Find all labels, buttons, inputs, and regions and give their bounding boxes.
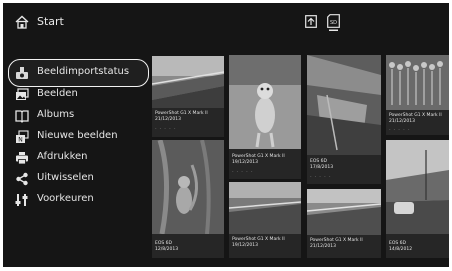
- thumbnail-image: [386, 140, 449, 234]
- preferences-icon: [15, 193, 29, 207]
- sidebar-item-label: Voorkeuren: [37, 193, 94, 204]
- thumbnail-image: [229, 55, 301, 149]
- sidebar-item-new-images[interactable]: N Nieuwe beelden: [9, 127, 149, 147]
- thumbnail-camera: PowerShot G1 X Mark II: [155, 111, 208, 116]
- thumbnail[interactable]: PowerShot G1 X Mark II 21/12/2013 - - - …: [152, 56, 224, 137]
- thumbnail-rating: - - - - -: [310, 174, 332, 179]
- camera-transfer-icon[interactable]: [305, 15, 317, 28]
- sidebar-item-label: Beeldimportstatus: [37, 66, 130, 77]
- thumbnail-date: 12/8/2013: [155, 247, 179, 252]
- albums-icon: [15, 109, 29, 123]
- thumbnail-image: [386, 55, 449, 110]
- sidebar-item-label: Beelden: [37, 88, 78, 99]
- sidebar-item-images[interactable]: Beelden: [9, 85, 149, 105]
- home-icon[interactable]: [15, 15, 29, 29]
- thumbnail-date: 17/8/2013: [310, 165, 334, 170]
- svg-text:N: N: [18, 137, 23, 144]
- share-icon: [15, 172, 29, 186]
- sidebar-item-label: Albums: [37, 109, 75, 120]
- thumbnail-camera: PowerShot G1 X Mark II: [232, 154, 285, 159]
- sd-card-icon[interactable]: SD: [327, 14, 340, 32]
- thumbnail-date: 21/12/2013: [310, 244, 336, 249]
- svg-text:SD: SD: [330, 20, 337, 26]
- screen: Start SD Beeldimportstatus Beelden Album…: [3, 3, 449, 267]
- header-bar: Start SD: [3, 3, 449, 39]
- thumbnail-image: [152, 140, 224, 234]
- printer-icon: [15, 151, 29, 165]
- thumbnail-image: [307, 189, 381, 235]
- thumbnail-camera: PowerShot G1 X Mark II: [310, 238, 363, 243]
- sidebar-item-share[interactable]: Uitwisselen: [9, 169, 149, 189]
- thumbnail-camera: EOS 6D: [155, 241, 173, 246]
- camera-import-icon: [15, 66, 29, 80]
- images-icon: [15, 88, 29, 102]
- thumbnail-rating: - - - - -: [232, 169, 254, 174]
- sidebar-item-print[interactable]: Afdrukken: [9, 148, 149, 168]
- thumbnail-date: 19/12/2013: [232, 160, 258, 165]
- thumbnail[interactable]: EOS 6D 17/8/2013 - - - - -: [307, 55, 381, 184]
- thumbnail-date: 21/12/2013: [155, 117, 181, 122]
- thumbnail-rating: - - - - -: [389, 127, 411, 132]
- thumbnail[interactable]: PowerShot G1 X Mark II 19/12/2013 - - - …: [229, 55, 301, 179]
- thumbnail-date: 19/12/2013: [232, 243, 258, 248]
- thumbnail[interactable]: PowerShot G1 X Mark II 21/12/2013: [307, 189, 381, 258]
- thumbnail-rating: - - - - -: [155, 126, 177, 131]
- thumbnail[interactable]: PowerShot G1 X Mark II 19/12/2013: [229, 182, 301, 258]
- thumbnail-image: [152, 56, 224, 108]
- page-title: Start: [37, 15, 64, 28]
- sidebar-item-label: Afdrukken: [37, 151, 88, 162]
- thumbnail-camera: EOS 6D: [310, 159, 328, 164]
- sidebar-item-albums[interactable]: Albums: [9, 106, 149, 126]
- thumbnail-date: 14/8/2012: [389, 247, 413, 252]
- new-images-icon: N: [15, 130, 29, 144]
- thumbnail-image: [307, 55, 381, 155]
- thumbnail[interactable]: EOS 6D 14/8/2012: [386, 140, 449, 258]
- sidebar-item-image-import-status[interactable]: Beeldimportstatus: [8, 59, 149, 87]
- thumbnail-image: [229, 182, 301, 234]
- sidebar-item-preferences[interactable]: Voorkeuren: [9, 190, 149, 210]
- sidebar-item-label: Uitwisselen: [37, 172, 94, 183]
- thumbnail-camera: EOS 6D: [389, 241, 407, 246]
- sidebar-item-label: Nieuwe beelden: [37, 130, 118, 141]
- thumbnail-camera: PowerShot G1 X Mark II: [232, 237, 285, 242]
- thumbnail-camera: PowerShot G1 X Mark II: [389, 113, 442, 118]
- thumbnail[interactable]: PowerShot G1 X Mark II 21/12/2013 - - - …: [386, 55, 449, 135]
- thumbnail-date: 21/12/2013: [389, 119, 415, 124]
- thumbnail[interactable]: EOS 6D 12/8/2013: [152, 140, 224, 258]
